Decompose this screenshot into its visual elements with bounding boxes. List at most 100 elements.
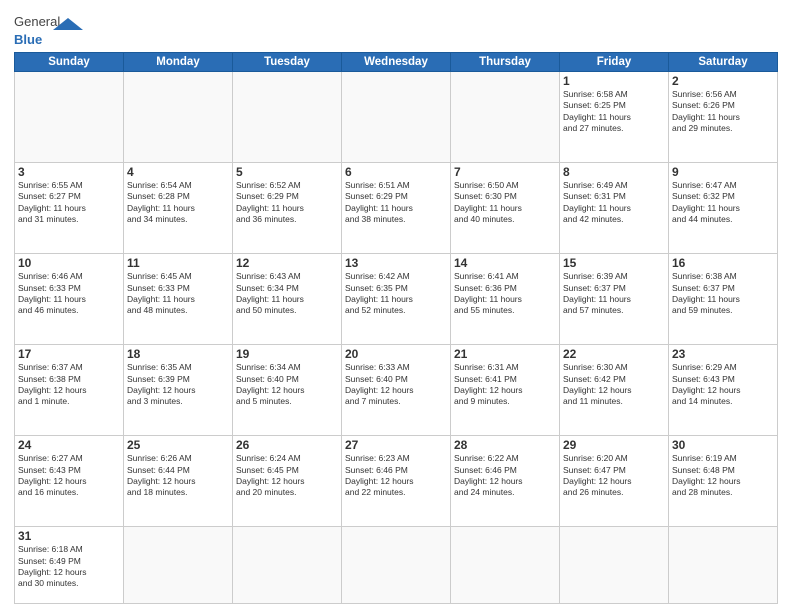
day-info: Sunrise: 6:55 AM Sunset: 6:27 PM Dayligh… [18,180,120,226]
day-info: Sunrise: 6:39 AM Sunset: 6:37 PM Dayligh… [563,271,665,317]
day-number: 5 [236,165,338,179]
day-number: 9 [672,165,774,179]
day-info: Sunrise: 6:31 AM Sunset: 6:41 PM Dayligh… [454,362,556,408]
calendar-cell: 29Sunrise: 6:20 AM Sunset: 6:47 PM Dayli… [560,436,669,527]
day-number: 16 [672,256,774,270]
header-wednesday: Wednesday [342,53,451,72]
day-info: Sunrise: 6:34 AM Sunset: 6:40 PM Dayligh… [236,362,338,408]
day-info: Sunrise: 6:23 AM Sunset: 6:46 PM Dayligh… [345,453,447,499]
calendar-cell: 25Sunrise: 6:26 AM Sunset: 6:44 PM Dayli… [124,436,233,527]
calendar-cell [451,72,560,163]
calendar-cell [342,527,451,604]
calendar-cell [560,527,669,604]
calendar-cell: 23Sunrise: 6:29 AM Sunset: 6:43 PM Dayli… [669,345,778,436]
day-number: 8 [563,165,665,179]
day-info: Sunrise: 6:30 AM Sunset: 6:42 PM Dayligh… [563,362,665,408]
calendar-cell: 6Sunrise: 6:51 AM Sunset: 6:29 PM Daylig… [342,163,451,254]
calendar-table: SundayMondayTuesdayWednesdayThursdayFrid… [14,52,778,604]
day-info: Sunrise: 6:52 AM Sunset: 6:29 PM Dayligh… [236,180,338,226]
header-monday: Monday [124,53,233,72]
calendar-cell [451,527,560,604]
day-info: Sunrise: 6:42 AM Sunset: 6:35 PM Dayligh… [345,271,447,317]
calendar-cell: 19Sunrise: 6:34 AM Sunset: 6:40 PM Dayli… [233,345,342,436]
day-number: 6 [345,165,447,179]
week-row-2: 3Sunrise: 6:55 AM Sunset: 6:27 PM Daylig… [15,163,778,254]
day-info: Sunrise: 6:27 AM Sunset: 6:43 PM Dayligh… [18,453,120,499]
day-number: 2 [672,74,774,88]
calendar-cell [233,72,342,163]
day-info: Sunrise: 6:18 AM Sunset: 6:49 PM Dayligh… [18,544,120,590]
day-number: 25 [127,438,229,452]
calendar-cell [124,72,233,163]
day-info: Sunrise: 6:33 AM Sunset: 6:40 PM Dayligh… [345,362,447,408]
day-number: 13 [345,256,447,270]
svg-text:Blue: Blue [14,32,42,47]
calendar-cell: 10Sunrise: 6:46 AM Sunset: 6:33 PM Dayli… [15,254,124,345]
svg-text:General: General [14,14,60,29]
day-info: Sunrise: 6:45 AM Sunset: 6:33 PM Dayligh… [127,271,229,317]
calendar-cell: 15Sunrise: 6:39 AM Sunset: 6:37 PM Dayli… [560,254,669,345]
calendar-cell: 27Sunrise: 6:23 AM Sunset: 6:46 PM Dayli… [342,436,451,527]
logo: General Blue [14,10,84,48]
day-info: Sunrise: 6:20 AM Sunset: 6:47 PM Dayligh… [563,453,665,499]
calendar-cell: 20Sunrise: 6:33 AM Sunset: 6:40 PM Dayli… [342,345,451,436]
day-info: Sunrise: 6:24 AM Sunset: 6:45 PM Dayligh… [236,453,338,499]
day-info: Sunrise: 6:46 AM Sunset: 6:33 PM Dayligh… [18,271,120,317]
page: General Blue SundayMondayTuesdayWednesda… [0,0,792,612]
calendar-cell: 2Sunrise: 6:56 AM Sunset: 6:26 PM Daylig… [669,72,778,163]
day-number: 3 [18,165,120,179]
day-number: 12 [236,256,338,270]
day-info: Sunrise: 6:22 AM Sunset: 6:46 PM Dayligh… [454,453,556,499]
day-number: 7 [454,165,556,179]
day-number: 19 [236,347,338,361]
week-row-6: 31Sunrise: 6:18 AM Sunset: 6:49 PM Dayli… [15,527,778,604]
calendar-cell: 16Sunrise: 6:38 AM Sunset: 6:37 PM Dayli… [669,254,778,345]
header-thursday: Thursday [451,53,560,72]
calendar-cell: 3Sunrise: 6:55 AM Sunset: 6:27 PM Daylig… [15,163,124,254]
day-number: 31 [18,529,120,543]
day-info: Sunrise: 6:38 AM Sunset: 6:37 PM Dayligh… [672,271,774,317]
calendar-cell: 14Sunrise: 6:41 AM Sunset: 6:36 PM Dayli… [451,254,560,345]
day-info: Sunrise: 6:47 AM Sunset: 6:32 PM Dayligh… [672,180,774,226]
day-info: Sunrise: 6:56 AM Sunset: 6:26 PM Dayligh… [672,89,774,135]
calendar-cell [124,527,233,604]
calendar-cell: 26Sunrise: 6:24 AM Sunset: 6:45 PM Dayli… [233,436,342,527]
day-info: Sunrise: 6:41 AM Sunset: 6:36 PM Dayligh… [454,271,556,317]
calendar-cell: 28Sunrise: 6:22 AM Sunset: 6:46 PM Dayli… [451,436,560,527]
calendar-cell: 13Sunrise: 6:42 AM Sunset: 6:35 PM Dayli… [342,254,451,345]
calendar-cell: 22Sunrise: 6:30 AM Sunset: 6:42 PM Dayli… [560,345,669,436]
day-number: 22 [563,347,665,361]
calendar-cell: 9Sunrise: 6:47 AM Sunset: 6:32 PM Daylig… [669,163,778,254]
calendar-cell: 30Sunrise: 6:19 AM Sunset: 6:48 PM Dayli… [669,436,778,527]
day-number: 17 [18,347,120,361]
day-number: 29 [563,438,665,452]
calendar-cell: 12Sunrise: 6:43 AM Sunset: 6:34 PM Dayli… [233,254,342,345]
week-row-1: 1Sunrise: 6:58 AM Sunset: 6:25 PM Daylig… [15,72,778,163]
header-friday: Friday [560,53,669,72]
day-info: Sunrise: 6:49 AM Sunset: 6:31 PM Dayligh… [563,180,665,226]
calendar-header-row: SundayMondayTuesdayWednesdayThursdayFrid… [15,53,778,72]
week-row-3: 10Sunrise: 6:46 AM Sunset: 6:33 PM Dayli… [15,254,778,345]
calendar-cell: 11Sunrise: 6:45 AM Sunset: 6:33 PM Dayli… [124,254,233,345]
calendar-cell: 7Sunrise: 6:50 AM Sunset: 6:30 PM Daylig… [451,163,560,254]
header-tuesday: Tuesday [233,53,342,72]
calendar-cell: 4Sunrise: 6:54 AM Sunset: 6:28 PM Daylig… [124,163,233,254]
day-info: Sunrise: 6:50 AM Sunset: 6:30 PM Dayligh… [454,180,556,226]
header-saturday: Saturday [669,53,778,72]
week-row-5: 24Sunrise: 6:27 AM Sunset: 6:43 PM Dayli… [15,436,778,527]
calendar-cell [233,527,342,604]
day-number: 23 [672,347,774,361]
day-number: 1 [563,74,665,88]
day-number: 18 [127,347,229,361]
day-info: Sunrise: 6:29 AM Sunset: 6:43 PM Dayligh… [672,362,774,408]
day-number: 21 [454,347,556,361]
day-info: Sunrise: 6:26 AM Sunset: 6:44 PM Dayligh… [127,453,229,499]
day-info: Sunrise: 6:51 AM Sunset: 6:29 PM Dayligh… [345,180,447,226]
day-info: Sunrise: 6:54 AM Sunset: 6:28 PM Dayligh… [127,180,229,226]
calendar-cell: 8Sunrise: 6:49 AM Sunset: 6:31 PM Daylig… [560,163,669,254]
day-number: 20 [345,347,447,361]
calendar-cell: 5Sunrise: 6:52 AM Sunset: 6:29 PM Daylig… [233,163,342,254]
day-number: 10 [18,256,120,270]
day-number: 27 [345,438,447,452]
calendar-cell: 18Sunrise: 6:35 AM Sunset: 6:39 PM Dayli… [124,345,233,436]
